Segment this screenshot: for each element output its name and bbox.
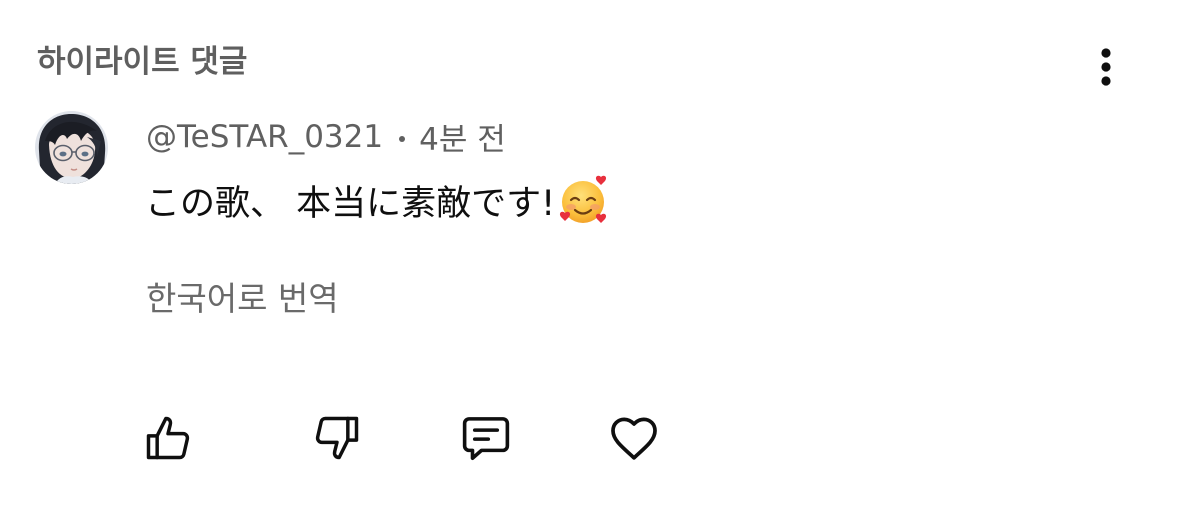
thumbs-down-icon: [315, 416, 359, 460]
reply-icon: [462, 417, 510, 461]
heart-button[interactable]: [604, 408, 664, 468]
avatar-image: [35, 111, 108, 184]
more-options-button[interactable]: [1086, 40, 1126, 92]
like-button[interactable]: [138, 408, 198, 468]
comment-text: この歌、 本当に素敵です!: [145, 183, 556, 224]
dislike-button[interactable]: [307, 408, 367, 468]
section-title: 하이라이트 댓글: [37, 44, 248, 80]
translate-link[interactable]: 한국어로 번역: [146, 272, 339, 320]
comment-meta: @TeSTAR_0321 4분 전: [146, 114, 506, 159]
avatar[interactable]: [35, 111, 108, 184]
heart-icon: [611, 417, 657, 460]
thumbs-up-icon: [146, 416, 190, 460]
comment-body: この歌、 本当に素敵です!: [145, 173, 611, 227]
reply-button[interactable]: [456, 408, 516, 468]
more-vertical-icon: [1101, 48, 1111, 86]
smiling-face-with-hearts-icon: [560, 175, 607, 223]
author-name[interactable]: @TeSTAR_0321: [146, 119, 383, 155]
comment-time: 4분 전: [419, 122, 506, 158]
separator-dot: [399, 135, 406, 142]
